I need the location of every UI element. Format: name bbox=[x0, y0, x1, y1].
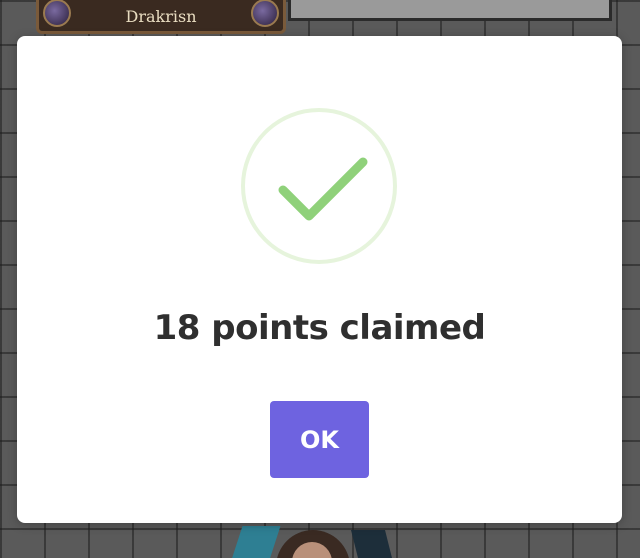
checkmark-icon bbox=[278, 157, 368, 221]
character-name-plate: Drakrisn bbox=[36, 0, 286, 34]
success-indicator bbox=[241, 108, 397, 264]
background-panel bbox=[288, 0, 612, 21]
dialog-message: 18 points claimed bbox=[153, 308, 486, 348]
points-claimed-dialog: 18 points claimed OK bbox=[17, 36, 622, 523]
ok-button[interactable]: OK bbox=[270, 401, 369, 478]
character-name: Drakrisn bbox=[125, 7, 197, 26]
portrait-cloth bbox=[229, 526, 281, 558]
portrait-cloth bbox=[351, 530, 395, 558]
character-portrait bbox=[229, 522, 396, 558]
game-screen: Drakrisn 18 points claimed OK bbox=[0, 0, 640, 558]
